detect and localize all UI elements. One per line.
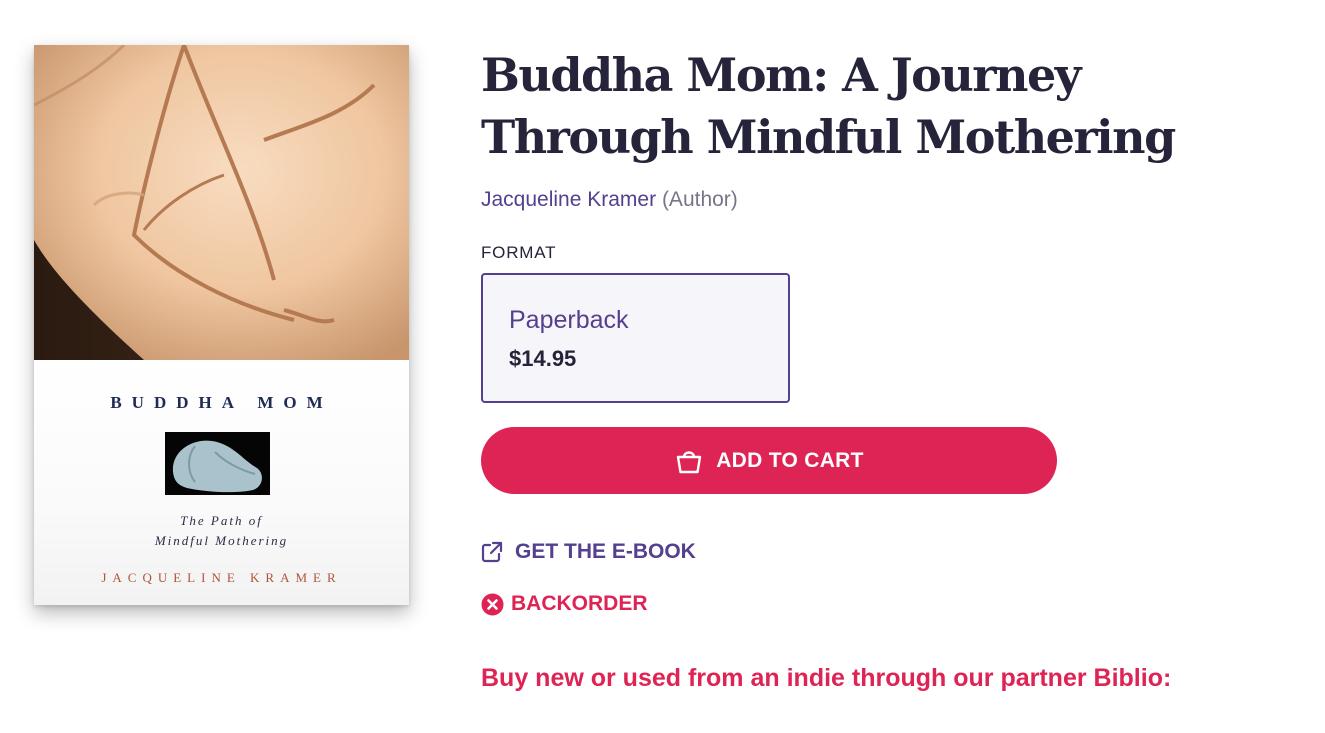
- format-label: FORMAT: [481, 243, 557, 262]
- availability-status: BACKORDER: [481, 592, 648, 616]
- byline: Jacqueline Kramer (Author): [481, 187, 738, 213]
- add-to-cart-label: ADD TO CART: [716, 448, 864, 472]
- format-name: Paperback: [509, 306, 629, 334]
- backorder-label: BACKORDER: [511, 592, 648, 615]
- book-cover: BUDDHA MOM The Path of Mindful Mothering…: [34, 45, 409, 605]
- cover-thumbnail-image: [165, 432, 270, 495]
- format-price: $14.95: [509, 346, 577, 371]
- cover-sculpture-image: [34, 45, 409, 360]
- cover-subtitle-line2: Mindful Mothering: [154, 533, 289, 548]
- cover-title: BUDDHA MOM: [110, 393, 333, 412]
- author-role: (Author): [661, 188, 738, 211]
- partner-heading: Buy new or used from an indie through ou…: [481, 664, 1172, 692]
- get-ebook-label: GET THE E-BOOK: [515, 540, 696, 563]
- cover-subtitle-line1: The Path of: [180, 513, 263, 528]
- format-option-paperback[interactable]: Paperback $14.95: [481, 273, 790, 403]
- shopping-bag-icon: [674, 446, 704, 476]
- add-to-cart-button[interactable]: ADD TO CART: [481, 427, 1057, 494]
- external-link-icon: [481, 541, 503, 563]
- get-ebook-link[interactable]: GET THE E-BOOK: [481, 540, 696, 564]
- circle-x-icon: [481, 593, 504, 616]
- cover-author: JACQUELINE KRAMER: [101, 570, 342, 585]
- book-title: Buddha Mom: A Journey Through Mindful Mo…: [481, 48, 1176, 164]
- author-link[interactable]: Jacqueline Kramer: [481, 188, 656, 211]
